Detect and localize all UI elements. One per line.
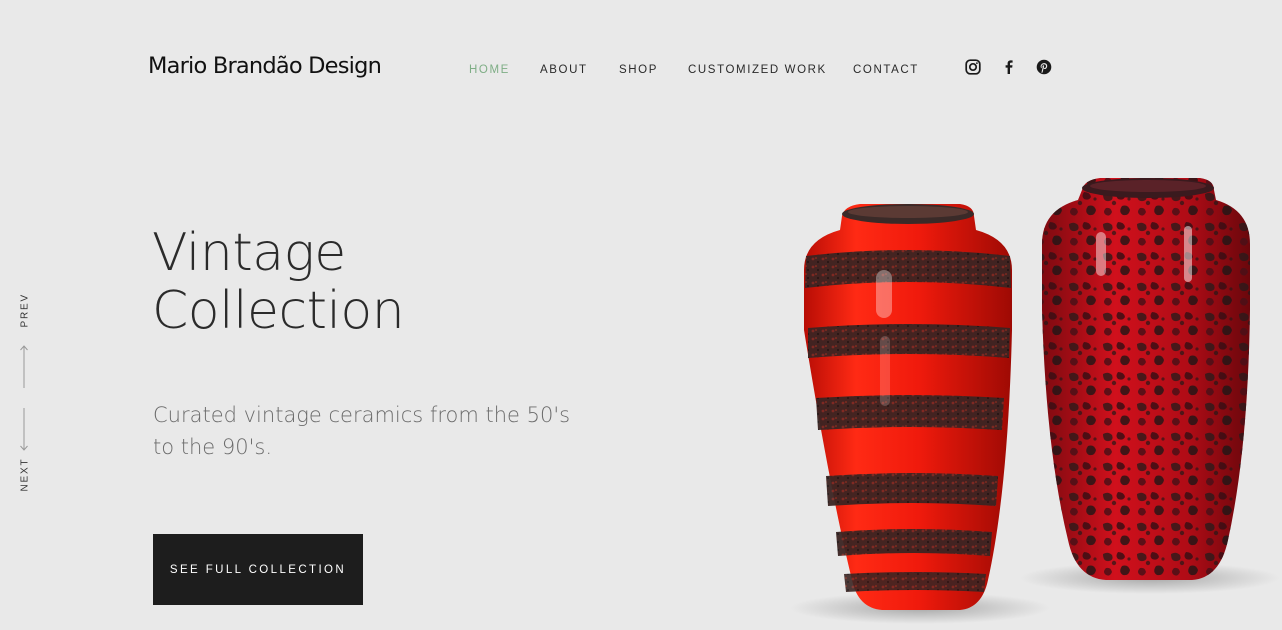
hero-title-line-2: Collection bbox=[152, 281, 405, 341]
facebook-icon[interactable] bbox=[1000, 58, 1018, 76]
page: Mario Brandão Design HOME ABOUT SHOP CUS… bbox=[0, 0, 1282, 630]
nav-item-home[interactable]: HOME bbox=[469, 64, 510, 76]
hero-subtitle-line-2: to the 90's. bbox=[153, 435, 273, 459]
arrow-down-icon[interactable] bbox=[17, 406, 31, 457]
instagram-icon[interactable] bbox=[964, 58, 982, 76]
hero-title-line-1: Vintage bbox=[152, 223, 346, 283]
hero-subtitle-line-1: Curated vintage ceramics from the 50's bbox=[153, 403, 571, 427]
nav-item-contact[interactable]: CONTACT bbox=[853, 64, 919, 76]
hero-title: Vintage Collection bbox=[152, 224, 572, 340]
arrow-up-icon[interactable] bbox=[17, 344, 31, 395]
prev-label[interactable]: PREV bbox=[20, 293, 31, 327]
hero-image-vases bbox=[760, 160, 1282, 630]
nav-item-customized-work[interactable]: CUSTOMIZED WORK bbox=[688, 64, 827, 76]
nav-item-about[interactable]: ABOUT bbox=[540, 64, 588, 76]
brand-logo[interactable]: Mario Brandão Design bbox=[148, 53, 382, 79]
pinterest-icon[interactable] bbox=[1035, 58, 1053, 76]
see-full-collection-button[interactable]: SEE FULL COLLECTION bbox=[153, 534, 363, 605]
next-label[interactable]: NEXT bbox=[20, 458, 31, 492]
hero-subtitle: Curated vintage ceramics from the 50's t… bbox=[153, 399, 613, 463]
nav-item-shop[interactable]: SHOP bbox=[619, 64, 658, 76]
